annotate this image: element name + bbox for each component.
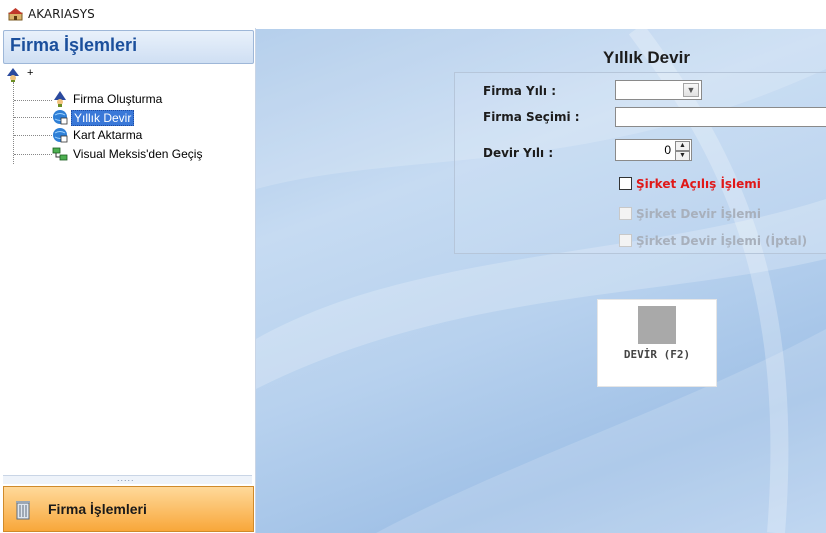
page-title: Yıllık Devir [603,48,690,67]
devir-button-icon [638,306,676,344]
content-area: Yıllık Devir Firma Yılı : ▼ Firma Seçimi… [256,29,826,533]
panel-header: Firma İşlemleri [3,30,254,64]
devir-yili-label: Devir Yılı : [483,146,554,160]
globe-transfer-icon [53,128,68,143]
firma-yili-label: Firma Yılı : [483,84,557,98]
tree-view: + Firma Oluşturma Yıllık Devir Kart Akta… [0,66,252,206]
devir-button-label: DEVİR (F2) [623,348,691,361]
tree-item-label: Visual Meksis'den Geçiş [73,147,203,161]
tree-item-label: Firma Oluşturma [73,92,163,106]
firma-yili-combo[interactable]: ▼ [615,80,702,100]
tree-connector [13,82,14,164]
spinner-down-icon[interactable]: ▼ [675,151,690,161]
nav-tab-label: Firma İşlemleri [48,501,147,517]
devir-yili-spinner[interactable]: 0 ▲ ▼ [615,139,692,161]
panel-splitter[interactable]: ..... [3,473,252,484]
wizard-icon[interactable] [6,68,20,82]
wizard-icon [54,91,66,107]
tree-connector [14,135,52,136]
sirket-devir-label: Şirket Devir İşlemi [636,207,761,221]
left-panel: Firma İşlemleri + Firma Oluşturma Yıllık… [0,28,256,533]
spinner-buttons: ▲ ▼ [675,141,690,161]
nav-tab-firma-islemleri[interactable]: Firma İşlemleri [3,486,254,532]
sirket-devir-iptal-checkbox[interactable] [619,234,632,247]
tree-connector [14,100,52,101]
tree-item-label: Kart Aktarma [73,128,143,142]
app-icon [8,8,23,21]
sirket-devir-checkbox[interactable] [619,207,632,220]
firma-secimi-label: Firma Seçimi : [483,110,580,124]
chevron-down-icon[interactable]: ▼ [683,83,699,97]
window-title: AKARIASYS [28,7,95,21]
sirket-devir-iptal-label: Şirket Devir İşlemi (İptal) [636,234,808,248]
globe-transfer-icon [53,110,68,125]
devir-yili-value: 0 [664,143,671,157]
splitter-grip: ..... [117,473,135,483]
title-bar: AKARIASYS [0,0,826,28]
panel-header-title: Firma İşlemleri [10,35,138,55]
tree-connector [14,117,52,118]
spinner-up-icon[interactable]: ▲ [675,141,690,151]
tree-item-label: Yıllık Devir [71,110,135,126]
devir-button[interactable]: DEVİR (F2) [597,299,717,387]
sirket-acilis-checkbox[interactable] [619,177,632,190]
sirket-acilis-label[interactable]: Şirket Açılış İşlemi [636,177,761,191]
trash-bin-icon [16,501,30,520]
firma-secimi-combo[interactable]: ▼ [615,107,826,127]
tree-root-toggle[interactable]: + [27,67,33,79]
tree-connector [14,154,52,155]
network-icon [52,147,68,161]
